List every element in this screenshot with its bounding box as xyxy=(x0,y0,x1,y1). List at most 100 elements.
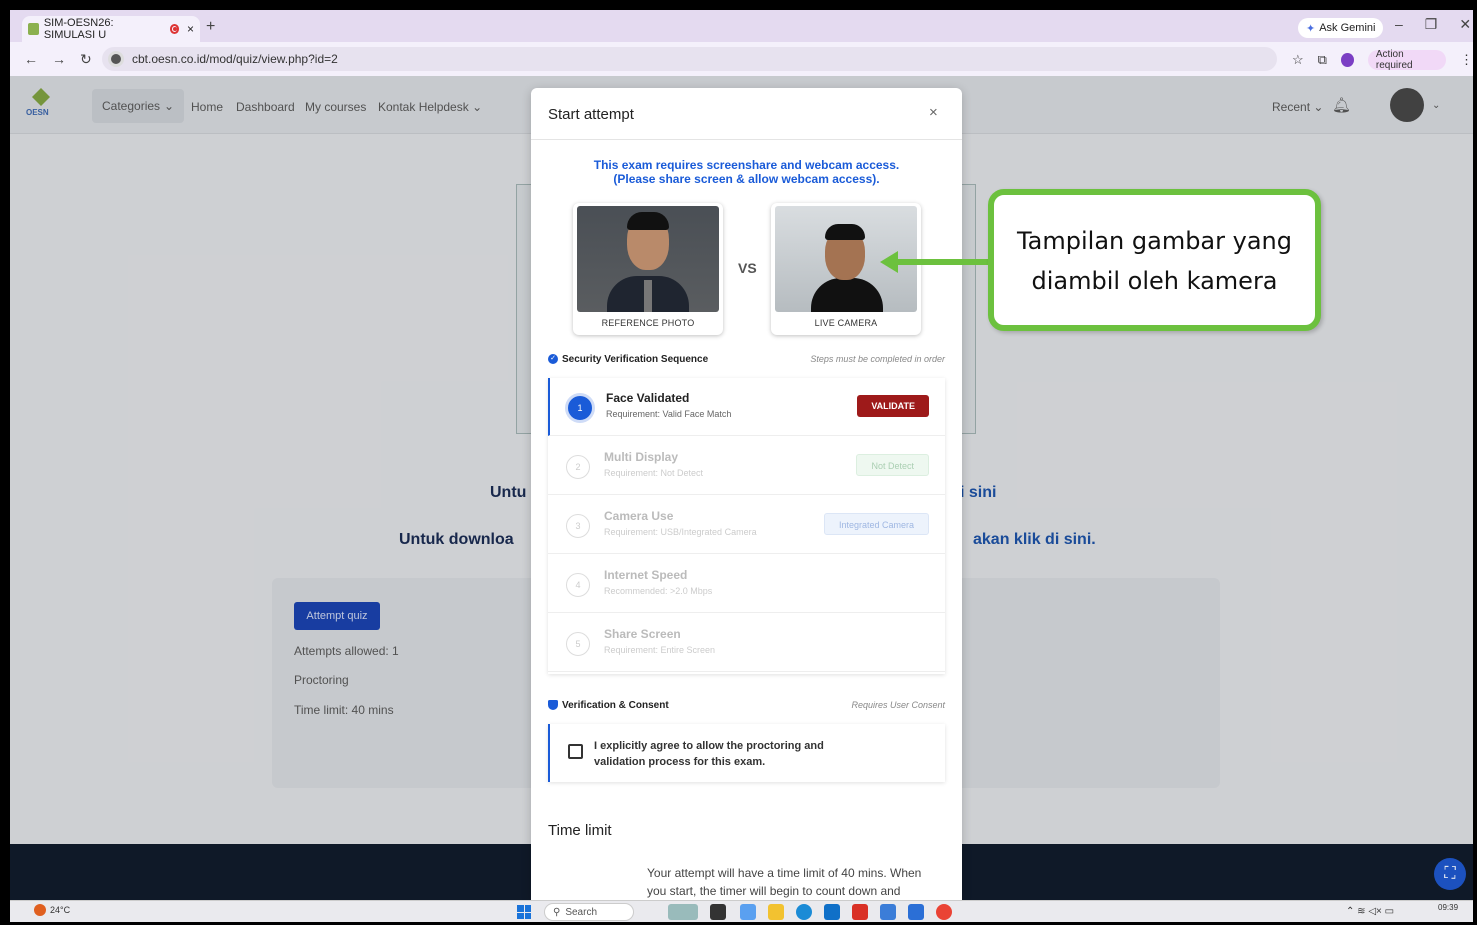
step-number: 3 xyxy=(566,514,590,538)
consent-text: I explicitly agree to allow the proctori… xyxy=(594,740,824,768)
live-hair-shape xyxy=(825,224,865,240)
forward-icon[interactable]: → xyxy=(52,51,66,67)
site-info-icon[interactable] xyxy=(108,51,124,67)
reference-photo-image xyxy=(577,206,719,312)
consent-section-note: Requires User Consent xyxy=(851,700,945,710)
annotation-line-1: Tampilan gambar yang xyxy=(1016,227,1292,255)
step-face-validated: 1 Face Validated Requirement: Valid Face… xyxy=(548,378,945,436)
step-share-screen: 5 Share Screen Requirement: Entire Scree… xyxy=(548,614,945,672)
step-name: Camera Use xyxy=(604,509,674,523)
weather-temperature: 24°C xyxy=(50,905,71,915)
reference-photo-caption: REFERENCE PHOTO xyxy=(601,318,695,328)
annotation-line-2: diambil oleh kamera xyxy=(1031,267,1278,295)
app-tool-icon[interactable] xyxy=(908,904,924,920)
step-name: Face Validated xyxy=(606,391,690,405)
task-view-icon[interactable] xyxy=(710,904,726,920)
live-camera-caption: LIVE CAMERA xyxy=(814,318,878,328)
taskbar-time: 09:39 xyxy=(1438,903,1459,912)
url-input[interactable]: cbt.oesn.co.id/mod/quiz/view.php?id=2 xyxy=(102,47,1277,71)
system-tray[interactable]: ⌃ ≋ ◁× ▭ xyxy=(1346,906,1394,917)
step-number: 5 xyxy=(566,632,590,656)
modal-header: Start attempt × xyxy=(531,88,962,140)
chrome-icon[interactable] xyxy=(936,904,952,920)
close-window-icon[interactable]: ✕ xyxy=(1459,16,1471,33)
shield-icon xyxy=(548,700,558,710)
menu-kebab-icon[interactable]: ⋮ xyxy=(1460,52,1473,68)
step-camera-use: 3 Camera Use Requirement: USB/Integrated… xyxy=(548,496,945,554)
versus-label: VS xyxy=(738,260,757,276)
step-name: Share Screen xyxy=(604,627,681,641)
annotation-callout: Tampilan gambar yang diambil oleh kamera xyxy=(988,189,1321,331)
back-icon[interactable]: ← xyxy=(24,51,38,67)
check-circle-icon: ✓ xyxy=(548,354,558,364)
time-limit-text: Your attempt will have a time limit of 4… xyxy=(647,866,922,898)
start-attempt-modal: Start attempt × This exam requires scree… xyxy=(531,88,962,900)
step-requirement: Requirement: Valid Face Match xyxy=(606,409,732,419)
access-requirement-text: This exam requires screenshare and webca… xyxy=(531,158,962,186)
file-explorer-icon[interactable] xyxy=(768,904,784,920)
taskbar-clock[interactable]: 09:39 xyxy=(1438,903,1458,912)
store-icon[interactable] xyxy=(824,904,840,920)
step-multi-display: 2 Multi Display Requirement: Not Detect … xyxy=(548,437,945,495)
step-requirement: Recommended: >2.0 Mbps xyxy=(604,586,713,596)
cast-icon[interactable]: ⧉ xyxy=(1318,52,1327,68)
copilot-icon[interactable] xyxy=(740,904,756,920)
windows-start-icon[interactable] xyxy=(517,905,531,919)
widget-app-icon[interactable] xyxy=(668,904,698,920)
validate-button[interactable]: VALIDATE xyxy=(857,395,929,417)
app-l-icon[interactable] xyxy=(852,904,868,920)
taskbar-search-input[interactable]: ⚲ Search xyxy=(544,903,634,921)
access-requirement-line-2: (Please share screen & allow webcam acce… xyxy=(613,172,880,186)
browser-tab-bar: SIM-OESN26: SIMULASI U × + ✦ Ask Gemini … xyxy=(10,10,1473,42)
consent-box: I explicitly agree to allow the proctori… xyxy=(548,724,945,782)
browser-tab[interactable]: SIM-OESN26: SIMULASI U × xyxy=(22,16,200,42)
restore-icon[interactable]: ❐ xyxy=(1425,16,1438,33)
modal-close-button[interactable]: × xyxy=(929,104,938,121)
gemini-sparkle-icon: ✦ xyxy=(1306,22,1316,35)
step-number: 4 xyxy=(566,573,590,597)
consent-section-title: Verification & Consent xyxy=(562,700,669,711)
step-internet-speed: 4 Internet Speed Recommended: >2.0 Mbps xyxy=(548,555,945,613)
step-name: Multi Display xyxy=(604,450,679,464)
url-text: cbt.oesn.co.id/mod/quiz/view.php?id=2 xyxy=(132,52,338,66)
ask-gemini-button[interactable]: ✦ Ask Gemini xyxy=(1298,18,1384,38)
recording-icon xyxy=(169,24,179,34)
status-badge: Not Detect xyxy=(856,454,929,476)
app-photos-icon[interactable] xyxy=(880,904,896,920)
consent-checkbox[interactable] xyxy=(568,744,583,759)
site-favicon-icon xyxy=(28,23,39,35)
profile-avatar[interactable] xyxy=(1340,53,1354,67)
step-number: 2 xyxy=(566,455,590,479)
tab-close-button[interactable]: × xyxy=(187,22,194,36)
live-body-shape xyxy=(811,278,883,312)
verification-steps-list: 1 Face Validated Requirement: Valid Face… xyxy=(548,378,945,674)
time-limit-heading: Time limit xyxy=(548,822,612,839)
modal-title: Start attempt xyxy=(548,106,634,123)
consent-section-header: Verification & Consent Requires User Con… xyxy=(548,696,945,718)
search-icon: ⚲ xyxy=(553,906,561,918)
step-requirement: Requirement: Not Detect xyxy=(604,468,704,478)
ask-gemini-label: Ask Gemini xyxy=(1319,22,1376,34)
new-tab-button[interactable]: + xyxy=(206,18,215,36)
security-section-title: Security Verification Sequence xyxy=(562,354,709,365)
weather-widget[interactable]: 24°C xyxy=(34,904,70,916)
status-badge: Integrated Camera xyxy=(823,513,929,535)
step-name: Internet Speed xyxy=(604,568,688,582)
window-controls: – ❐ ✕ xyxy=(1395,16,1471,33)
bookmark-star-icon[interactable]: ☆ xyxy=(1292,52,1304,68)
address-bar-row: ← → ↻ cbt.oesn.co.id/mod/quiz/view.php?i… xyxy=(10,42,1473,76)
reload-icon[interactable]: ↻ xyxy=(80,51,92,68)
browser-toolbar-right: ☆ ⧉ Action required ⋮ xyxy=(1292,49,1473,71)
reference-photo-card: REFERENCE PHOTO xyxy=(573,203,723,335)
action-required-button[interactable]: Action required xyxy=(1367,49,1446,71)
access-requirement-line-1: This exam requires screenshare and webca… xyxy=(593,158,900,172)
minimize-icon[interactable]: – xyxy=(1395,16,1403,33)
security-section-note: Steps must be completed in order xyxy=(810,354,945,364)
step-number: 1 xyxy=(568,396,592,420)
edge-icon[interactable] xyxy=(796,904,812,920)
step-requirement: Requirement: USB/Integrated Camera xyxy=(604,527,757,537)
taskbar: 24°C ⚲ Search ⌃ ≋ ◁× ▭ 09:39 xyxy=(10,900,1473,922)
weather-icon xyxy=(34,904,46,916)
ref-tie-shape xyxy=(644,280,652,312)
security-section-header: ✓ Security Verification Sequence Steps m… xyxy=(548,350,945,372)
